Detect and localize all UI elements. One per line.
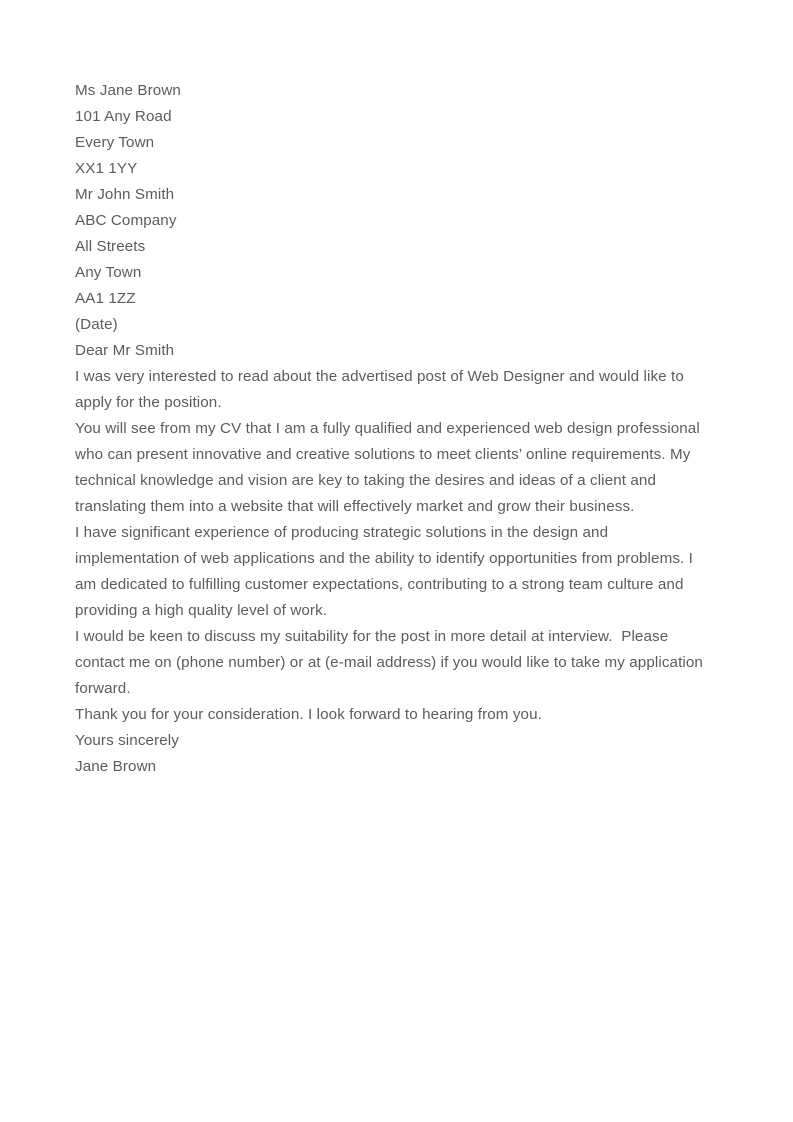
sender-address-line: 101 Any Road: [75, 108, 172, 125]
recipient-address-line: ABC Company: [75, 212, 177, 229]
body-paragraph-2: You will see from my CV that I am a full…: [75, 420, 705, 515]
recipient-address-line: AA1 1ZZ: [75, 290, 136, 307]
body-paragraph-1: I was very interested to read about the …: [75, 368, 689, 411]
recipient-address-line: All Streets: [75, 238, 146, 255]
closing-line: Yours sincerely: [75, 732, 179, 749]
body-paragraph-5: Thank you for your consideration. I look…: [75, 706, 542, 723]
body-paragraph-4: I would be keen to discuss my suitabilit…: [75, 628, 708, 697]
sender-address-block: Ms Jane Brown 101 Any Road Every Town XX…: [75, 78, 713, 182]
recipient-address-block: Mr John Smith ABC Company All Streets An…: [75, 182, 713, 312]
letter-body: Ms Jane Brown 101 Any Road Every Town XX…: [75, 78, 713, 780]
recipient-address-line: Any Town: [75, 264, 142, 281]
body-paragraph-3: I have significant experience of produci…: [75, 524, 698, 619]
salutation: Dear Mr Smith: [75, 342, 175, 359]
document-page: Ms Jane Brown 101 Any Road Every Town XX…: [0, 0, 793, 1122]
sender-address-line: Every Town: [75, 134, 155, 151]
date-line: (Date): [75, 316, 118, 333]
sender-address-line: XX1 1YY: [75, 160, 138, 177]
signature-name: Jane Brown: [75, 758, 157, 775]
sender-address-line: Ms Jane Brown: [75, 82, 181, 99]
recipient-address-line: Mr John Smith: [75, 186, 175, 203]
